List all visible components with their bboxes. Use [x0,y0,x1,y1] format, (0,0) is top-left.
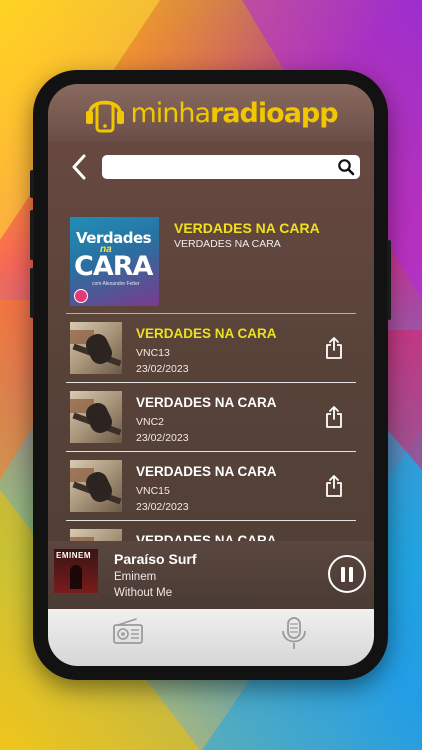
episode-thumbnail [70,460,122,512]
episode-title: VERDADES NA CARA [136,464,277,479]
app-header: minharadioapp [48,84,374,142]
microphone-icon [282,617,306,649]
power-button [387,240,391,320]
volume-up-button [30,210,34,260]
episode-code: VNC15 [136,485,170,497]
share-icon[interactable] [324,406,344,428]
album-cover-text: EMINEM [56,551,91,560]
volume-down-button [30,268,34,318]
track-artist: Eminem [114,571,157,583]
mute-switch [30,170,34,198]
brand-part-3: app [283,97,339,129]
cover-text-cara: CARA [74,251,153,282]
brand-part-2: radio [210,97,285,129]
radio-icon [113,618,143,644]
pause-icon [341,566,345,582]
episode-thumbnail [70,529,122,541]
program-subtitle: VERDADES NA CARA [174,238,281,250]
episode-thumbnail [70,322,122,374]
episode-list: VERDADES NA CARA VNC13 23/02/2023 VERDAD… [66,313,356,541]
program-title: VERDADES NA CARA [174,220,320,236]
episode-title: VERDADES NA CARA [136,533,277,541]
episode-date: 23/02/2023 [136,501,189,513]
chevron-left-icon [72,154,86,180]
album-cover: EMINEM [54,549,98,593]
episode-title: VERDADES NA CARA [136,326,277,341]
search-row [48,152,374,182]
share-icon[interactable] [324,337,344,359]
tab-podcast[interactable] [274,617,314,653]
episode-date: 23/02/2023 [136,363,189,375]
episode-thumbnail [70,391,122,443]
back-button[interactable] [68,154,90,180]
search-input[interactable] [102,155,322,179]
episode-item[interactable]: VERDADES NA CARA VNC15 23/02/2023 [66,451,356,520]
episode-date: 23/02/2023 [136,432,189,444]
app-logo: minharadioapp [84,91,339,135]
pause-button[interactable] [328,555,366,593]
episode-code: VNC2 [136,416,165,428]
tab-radio[interactable] [108,617,148,653]
phone-headphones-icon [86,100,125,133]
episode-item[interactable]: VERDADES NA CARA [66,520,356,541]
share-icon[interactable] [324,475,344,497]
cover-text-host: com Alexandre Fetter [92,281,140,287]
search-field[interactable] [102,155,360,179]
episode-item[interactable]: VERDADES NA CARA VNC2 23/02/2023 [66,382,356,451]
now-playing-bar[interactable]: EMINEM Paraíso Surf Eminem Without Me [48,541,374,609]
track-title: Paraíso Surf [114,551,197,567]
program-cover: Verdades na CARA com Alexandre Fetter [70,217,159,306]
episode-item[interactable]: VERDADES NA CARA VNC13 23/02/2023 [66,313,356,382]
track-album: Without Me [114,587,173,599]
brand-name: minharadioapp [130,97,339,129]
cover-text-verdades: Verdades [76,229,152,247]
episode-title: VERDADES NA CARA [136,395,277,410]
app-screen: minharadioapp Verdades na CARA com Alexa… [48,84,374,666]
search-icon[interactable] [337,158,355,176]
brand-part-1: minha [130,97,211,129]
program-header: Verdades na CARA com Alexandre Fetter VE… [70,217,360,307]
tab-bar [48,609,374,666]
cover-badge [74,289,88,303]
episode-code: VNC13 [136,347,170,359]
